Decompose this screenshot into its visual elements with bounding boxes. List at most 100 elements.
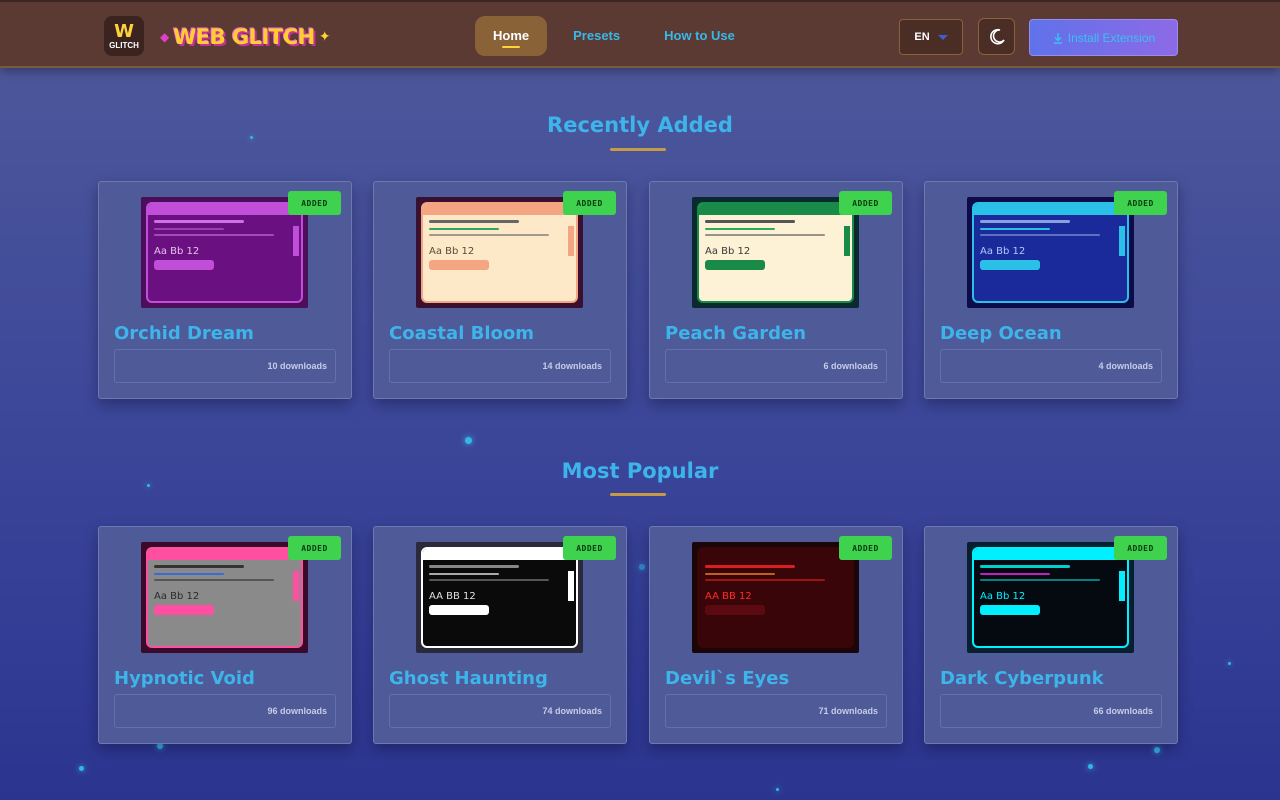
nav-presets[interactable]: Presets [551,16,642,56]
preview-scrollbar [568,226,574,256]
preview-line [429,565,519,568]
preset-preview[interactable]: AA BB 12 [692,542,859,653]
preview-button [429,260,489,270]
preset-name[interactable]: Hypnotic Void [114,668,255,689]
preview-button [980,260,1040,270]
preset-card[interactable]: AA BB 12 ADDED Ghost Haunting 74 downloads [373,526,627,744]
preset-preview[interactable]: Aa Bb 12 [967,197,1134,308]
preview-titlebar [148,204,301,215]
preview-line [429,220,519,223]
nav-home[interactable]: Home [475,16,548,56]
preview-window: Aa Bb 12 [972,547,1129,648]
preset-card[interactable]: Aa Bb 12 ADDED Hypnotic Void 96 downloads [98,526,352,744]
download-count: 14 downloads [389,349,611,383]
chevron-down-icon [937,34,948,40]
preview-sample-text: AA BB 12 [429,591,476,602]
app-logo[interactable]: W GLITCH [104,16,144,56]
install-extension-button[interactable]: Install Extension [1029,19,1178,56]
preview-titlebar [148,549,301,560]
preview-sample-text: Aa Bb 12 [154,591,200,602]
preview-titlebar [423,549,576,560]
preview-button [980,605,1040,615]
logo-subtext: GLITCH [109,40,139,50]
preview-line [705,565,795,568]
main-nav: Home Presets How to Use [475,16,757,56]
preview-line [705,228,775,230]
preview-sample-text: Aa Bb 12 [429,246,475,257]
download-icon [1053,32,1062,44]
preview-window: Aa Bb 12 [697,202,854,303]
download-count: 74 downloads [389,694,611,728]
section-divider [610,493,666,496]
download-count: 4 downloads [940,349,1162,383]
added-badge[interactable]: ADDED [563,536,616,560]
download-count-label: 10 downloads [267,361,327,371]
preview-sample-text: Aa Bb 12 [980,591,1026,602]
preset-preview[interactable]: Aa Bb 12 [967,542,1134,653]
preview-scrollbar [568,571,574,601]
preview-line [429,579,549,581]
preview-line [980,234,1100,236]
preview-line [980,220,1070,223]
brand-name: WEB GLITCH [173,25,315,49]
added-badge[interactable]: ADDED [563,191,616,215]
preset-name[interactable]: Peach Garden [665,323,806,344]
preset-card[interactable]: Aa Bb 12 ADDED Coastal Bloom 14 downloads [373,181,627,399]
sparkle-icon: ◆ [160,30,170,44]
preview-scrollbar [293,226,299,256]
download-count-label: 74 downloads [542,706,602,716]
added-badge[interactable]: ADDED [288,191,341,215]
preset-preview[interactable]: Aa Bb 12 [692,197,859,308]
nav-presets-label: Presets [573,28,621,43]
added-badge[interactable]: ADDED [839,191,892,215]
preview-line [429,573,499,575]
preview-window: Aa Bb 12 [146,202,303,303]
download-count-label: 96 downloads [267,706,327,716]
preview-line [705,573,775,575]
preview-line [154,228,224,230]
preview-line [980,228,1050,230]
download-count-label: 6 downloads [823,361,878,371]
preset-name[interactable]: Coastal Bloom [389,323,534,344]
preset-card[interactable]: Aa Bb 12 ADDED Orchid Dream 10 downloads [98,181,352,399]
added-badge[interactable]: ADDED [1114,536,1167,560]
preset-card[interactable]: Aa Bb 12 ADDED Deep Ocean 4 downloads [924,181,1178,399]
preset-name[interactable]: Deep Ocean [940,323,1062,344]
preset-preview[interactable]: Aa Bb 12 [141,197,308,308]
preview-window: AA BB 12 [421,547,578,648]
added-badge[interactable]: ADDED [288,536,341,560]
preview-titlebar [974,549,1127,560]
preset-name[interactable]: Ghost Haunting [389,668,548,689]
preview-window: Aa Bb 12 [146,547,303,648]
download-count: 96 downloads [114,694,336,728]
preset-name[interactable]: Orchid Dream [114,323,254,344]
preset-name[interactable]: Devil`s Eyes [665,668,789,689]
nav-how-to-use[interactable]: How to Use [642,16,757,56]
preset-card[interactable]: Aa Bb 12 ADDED Dark Cyberpunk 66 downloads [924,526,1178,744]
preview-scrollbar [293,571,299,601]
preset-card[interactable]: Aa Bb 12 ADDED Peach Garden 6 downloads [649,181,903,399]
preview-button [154,260,214,270]
theme-toggle-button[interactable] [978,18,1015,55]
added-badge[interactable]: ADDED [839,536,892,560]
language-select[interactable]: EN [899,19,963,55]
preset-card[interactable]: AA BB 12 ADDED Devil`s Eyes 71 downloads [649,526,903,744]
preset-preview[interactable]: Aa Bb 12 [141,542,308,653]
preview-window: AA BB 12 [697,547,854,648]
nav-how-to-use-label: How to Use [664,28,735,43]
moon-icon [989,28,1005,44]
preview-titlebar [974,204,1127,215]
preview-line [154,220,244,223]
preset-preview[interactable]: AA BB 12 [416,542,583,653]
added-badge[interactable]: ADDED [1114,191,1167,215]
preview-window: Aa Bb 12 [972,202,1129,303]
active-indicator [502,46,521,48]
preset-preview[interactable]: Aa Bb 12 [416,197,583,308]
preset-name[interactable]: Dark Cyberpunk [940,668,1104,689]
top-navbar: W GLITCH ◆ WEB GLITCH ✦ Home Presets How… [0,0,1280,68]
brand[interactable]: ◆ WEB GLITCH ✦ [160,22,331,52]
section-title-recently-added: Recently Added [547,113,733,137]
preview-line [705,579,825,581]
download-count-label: 66 downloads [1093,706,1153,716]
download-count-label: 4 downloads [1098,361,1153,371]
